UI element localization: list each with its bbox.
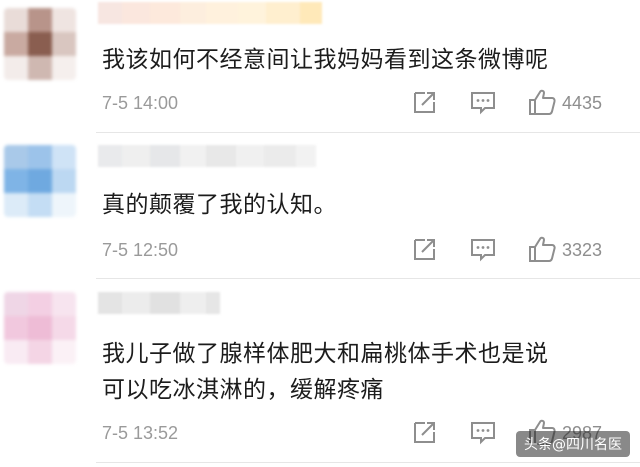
comment-icon[interactable] [470,89,496,115]
username[interactable] [98,145,316,167]
comment-text-line: 真的颠覆了我的认知。 [102,192,337,218]
comment-text-line: 可以吃冰淇淋的，缓解疼痛 [102,377,384,403]
comment-text: 我儿子做了腺样体肥大和扁桃体手术也是说 可以吃冰淇淋的，缓解疼痛 [102,336,549,408]
like-count: 3323 [562,240,603,260]
comment-meta: 7-5 14:00 4435 [102,89,622,119]
comment-item: 我该如何不经意间让我妈妈看到这条微博呢 7-5 14:00 4435 [0,0,640,133]
comment-icon[interactable] [470,419,496,445]
comment-list: 我该如何不经意间让我妈妈看到这条微博呢 7-5 14:00 4435 真的颠覆了… [0,0,640,467]
avatar[interactable] [4,292,76,364]
watermark: 头条@四川名医 [516,431,630,457]
comment-text: 我该如何不经意间让我妈妈看到这条微博呢 [102,42,549,78]
comment-text-line: 我该如何不经意间让我妈妈看到这条微博呢 [102,47,549,73]
comment-icon[interactable] [470,236,496,262]
username[interactable] [98,2,322,24]
comment-item: 真的颠覆了我的认知。 7-5 12:50 3323 [0,135,640,279]
comment-time: 7-5 14:00 [102,93,179,113]
comment-time: 7-5 13:52 [102,423,179,443]
comment-meta: 7-5 12:50 3323 [102,236,622,266]
comment-text: 真的颠覆了我的认知。 [102,187,337,223]
thumbs-up-icon[interactable] [528,88,556,116]
divider [96,462,640,463]
like-count: 4435 [562,93,603,113]
username[interactable] [98,292,220,314]
avatar[interactable] [4,8,76,80]
avatar[interactable] [4,145,76,217]
divider [96,132,640,133]
divider [96,278,640,279]
thumbs-up-icon[interactable] [528,235,556,263]
repost-icon[interactable] [412,236,438,262]
repost-icon[interactable] [412,419,438,445]
repost-icon[interactable] [412,89,438,115]
comment-text-line: 我儿子做了腺样体肥大和扁桃体手术也是说 [102,341,549,367]
comment-time: 7-5 12:50 [102,240,179,260]
watermark-text: 头条@四川名医 [524,437,622,453]
